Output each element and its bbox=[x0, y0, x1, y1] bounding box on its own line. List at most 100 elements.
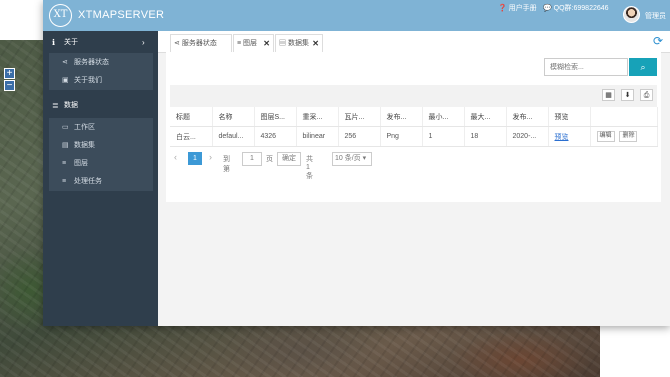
total-count: 共 1 条 bbox=[306, 156, 313, 180]
table-cell: bilinear bbox=[296, 126, 339, 147]
sidebar-item-tasks[interactable]: ≡ 处理任务 bbox=[49, 173, 153, 191]
column-header[interactable]: 重采... bbox=[296, 107, 339, 127]
top-bar: XT XTMAPSERVER ❓ 用户手册 💬 QQ群:699822646 管理… bbox=[43, 0, 670, 31]
preview-link[interactable]: 预览 bbox=[555, 134, 569, 141]
column-header bbox=[590, 107, 658, 127]
sidebar-item-label: 数据集 bbox=[74, 142, 95, 149]
tab-server-status[interactable]: ⋖ 服务器状态 bbox=[170, 34, 232, 52]
sidebar-item-label: 服务器状态 bbox=[74, 59, 109, 66]
zoom-out-button[interactable]: − bbox=[4, 80, 15, 91]
sidebar-group-about: ⋖ 服务器状态 ▣ 关于我们 bbox=[49, 53, 153, 90]
qq-label: QQ群:699822646 bbox=[553, 5, 609, 12]
close-icon[interactable]: ✕ bbox=[312, 35, 319, 53]
print-icon[interactable]: ⎙ bbox=[640, 89, 653, 101]
table-cell: 18 bbox=[464, 126, 507, 147]
id-card-icon: ▣ bbox=[62, 77, 69, 84]
sidebar-section-data[interactable]: ≣ 数据 bbox=[43, 98, 158, 114]
tab-dataset[interactable]: ▤ 数据集 ✕ bbox=[275, 34, 323, 52]
page-size-select[interactable]: 10 条/页 ▾ bbox=[332, 152, 372, 166]
sidebar-group-data: ▭ 工作区 ▤ 数据集 ≡ 图层 ≡ 处理任务 bbox=[49, 118, 153, 191]
sidebar-item-about-us[interactable]: ▣ 关于我们 bbox=[49, 72, 153, 90]
column-header[interactable]: 图层S... bbox=[254, 107, 297, 127]
qq-group: 💬 QQ群:699822646 bbox=[543, 3, 609, 13]
tab-label: 图层 bbox=[243, 40, 258, 47]
table-cell: defaul... bbox=[212, 126, 255, 147]
table-cell: 4326 bbox=[254, 126, 297, 147]
column-header[interactable]: 名称 bbox=[212, 107, 255, 127]
page-unit-label: 页 bbox=[266, 156, 273, 163]
goto-label: 到第 bbox=[223, 156, 230, 173]
table-cell: 1 bbox=[422, 126, 465, 147]
column-header[interactable]: 最小... bbox=[422, 107, 465, 127]
database-icon: ≣ bbox=[52, 101, 59, 110]
sidebar-item-label: 图层 bbox=[74, 160, 88, 167]
goto-page-input[interactable]: 1 bbox=[242, 152, 262, 166]
tab-layer[interactable]: ≡ 图层 ✕ bbox=[233, 34, 274, 52]
list-icon: ≡ bbox=[237, 40, 242, 47]
column-header[interactable]: 预览 bbox=[548, 107, 591, 127]
file-icon: ▤ bbox=[62, 142, 69, 149]
app-window: XT XTMAPSERVER ❓ 用户手册 💬 QQ群:699822646 管理… bbox=[43, 0, 670, 326]
sidebar-section-label: 数据 bbox=[64, 102, 78, 109]
layer-table: 标题 名称 图层S... 重采... 瓦片... 发布... 最小... 最大.… bbox=[170, 107, 658, 147]
manual-label: 用户手册 bbox=[508, 5, 537, 12]
table-toolbar bbox=[170, 85, 657, 107]
caret-down-icon: ▾ bbox=[362, 155, 367, 162]
help-icon: ❓ bbox=[498, 5, 507, 12]
column-header[interactable]: 最大... bbox=[464, 107, 507, 127]
table-row[interactable]: 白云... defaul... 4326 bilinear 256 Png 1 … bbox=[170, 126, 658, 147]
page-number-current[interactable]: 1 bbox=[188, 152, 202, 165]
goto-confirm-button[interactable]: 确定 bbox=[277, 152, 301, 166]
list-icon: ≡ bbox=[62, 160, 67, 167]
column-header[interactable]: 瓦片... bbox=[338, 107, 381, 127]
user-name[interactable]: 管理员 bbox=[645, 11, 666, 21]
share-icon: ⋖ bbox=[174, 40, 180, 47]
tab-bar: ⋖ 服务器状态 ≡ 图层 ✕ ▤ 数据集 ✕ ⟳ bbox=[158, 31, 670, 53]
folder-icon: ▭ bbox=[62, 124, 69, 131]
logo: XT bbox=[49, 4, 72, 27]
edit-button[interactable]: 编辑 bbox=[596, 131, 615, 142]
chevron-right-icon[interactable]: › bbox=[209, 152, 212, 162]
manual-link[interactable]: ❓ 用户手册 bbox=[498, 3, 537, 13]
columns-icon[interactable]: ▦ bbox=[602, 89, 615, 101]
sidebar-item-layer[interactable]: ≡ 图层 bbox=[49, 155, 153, 173]
export-icon[interactable]: ⬇ bbox=[621, 89, 634, 101]
column-header[interactable]: 发布... bbox=[506, 107, 549, 127]
search-icon: ⌕ bbox=[640, 62, 646, 72]
sidebar-section-label: 关于 bbox=[64, 39, 78, 46]
tab-label: 服务器状态 bbox=[181, 40, 217, 47]
table-cell: 256 bbox=[338, 126, 381, 147]
sidebar: ℹ 关于 › ⋖ 服务器状态 ▣ 关于我们 ≣ 数据 ▭ 工作区 ▤ 数据集 ≡… bbox=[43, 31, 158, 326]
table-cell: 白云... bbox=[170, 126, 213, 147]
zoom-in-button[interactable]: + bbox=[4, 68, 15, 79]
search-input[interactable] bbox=[544, 58, 628, 76]
info-icon: ℹ bbox=[52, 38, 56, 47]
column-header[interactable]: 发布... bbox=[380, 107, 423, 127]
sidebar-item-label: 工作区 bbox=[74, 124, 95, 131]
table-cell: Png bbox=[380, 126, 423, 147]
search-button[interactable]: ⌕ bbox=[629, 58, 657, 76]
table-cell: 预览 bbox=[548, 126, 591, 147]
sidebar-section-about[interactable]: ℹ 关于 › bbox=[43, 35, 158, 51]
column-header[interactable]: 标题 bbox=[170, 107, 213, 127]
sidebar-item-workspace[interactable]: ▭ 工作区 bbox=[49, 119, 153, 137]
table-header-row: 标题 名称 图层S... 重采... 瓦片... 发布... 最小... 最大.… bbox=[170, 107, 658, 127]
sidebar-item-server-status[interactable]: ⋖ 服务器状态 bbox=[49, 54, 153, 72]
refresh-icon[interactable]: ⟳ bbox=[653, 34, 663, 48]
tab-label: 数据集 bbox=[287, 40, 309, 47]
main-content: ⋖ 服务器状态 ≡ 图层 ✕ ▤ 数据集 ✕ ⟳ ⌕ ▦ ⬇ ⎙ bbox=[158, 31, 670, 326]
file-icon: ▤ bbox=[279, 40, 286, 47]
sidebar-item-label: 处理任务 bbox=[74, 178, 102, 185]
brand-name: XTMAPSERVER bbox=[78, 9, 165, 21]
chevron-left-icon[interactable]: ‹ bbox=[174, 152, 177, 162]
layer-panel: ⌕ ▦ ⬇ ⎙ 标题 名称 图层S... 重采... 瓦片... bbox=[166, 52, 661, 202]
delete-button[interactable]: 删除 bbox=[619, 131, 638, 142]
chat-icon: 💬 bbox=[543, 5, 552, 12]
sidebar-item-label: 关于我们 bbox=[74, 77, 102, 84]
avatar[interactable] bbox=[623, 6, 640, 23]
sidebar-item-dataset[interactable]: ▤ 数据集 bbox=[49, 137, 153, 155]
close-icon[interactable]: ✕ bbox=[263, 35, 270, 53]
table-cell: 编辑 删除 bbox=[590, 126, 658, 147]
list-icon: ≡ bbox=[62, 178, 67, 185]
page-size-label: 10 条/页 bbox=[335, 155, 361, 162]
